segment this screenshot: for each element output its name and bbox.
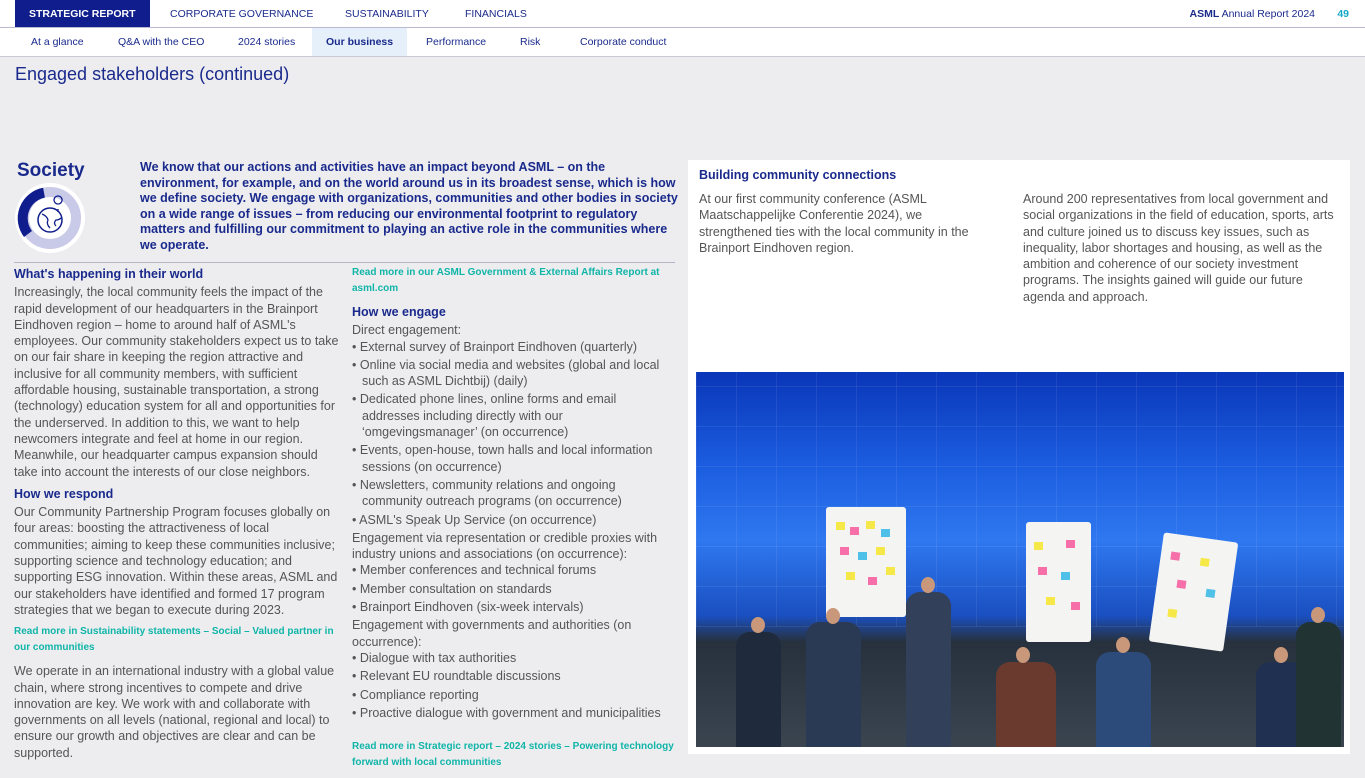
list-item: Proactive dialogue with government and m… <box>352 705 677 721</box>
flipchart <box>1148 532 1239 652</box>
subnav-risk[interactable]: Risk <box>520 28 540 56</box>
list-item: ASML's Speak Up Service (on occurrence) <box>352 512 677 528</box>
tab-financials[interactable]: FINANCIALS <box>465 0 527 27</box>
brand-name: ASML <box>1189 8 1220 20</box>
flipchart <box>1026 522 1091 642</box>
panel-text-1: At our first community conference (ASML … <box>699 192 969 255</box>
tab-strategic-report[interactable]: STRATEGIC REPORT <box>15 0 150 27</box>
panel-text-2: Around 200 representatives from local go… <box>1023 192 1334 304</box>
list-item: Compliance reporting <box>352 687 677 703</box>
subnav-performance[interactable]: Performance <box>426 28 486 56</box>
direct-engagement-list: External survey of Brainport Eindhoven (… <box>352 339 677 528</box>
list-item: Dedicated phone lines, online forms and … <box>352 391 677 440</box>
report-brand: ASML Annual Report 2024 <box>1190 0 1316 28</box>
flipchart <box>826 507 906 617</box>
subnav-at-a-glance[interactable]: At a glance <box>31 28 84 56</box>
tab-sustainability[interactable]: SUSTAINABILITY <box>345 0 429 27</box>
list-item: Relevant EU roundtable discussions <box>352 668 677 684</box>
panel-heading: Building community connections <box>699 168 897 182</box>
divider <box>14 262 675 263</box>
middle-column: Read more in our ASML Government & Exter… <box>352 265 677 778</box>
subnav-our-business[interactable]: Our business <box>312 28 408 56</box>
report-title: Annual Report 2024 <box>1221 8 1315 20</box>
government-report-link[interactable]: Read more in our ASML Government & Exter… <box>352 265 677 296</box>
government-label: Engagement with governments and authorit… <box>352 618 632 649</box>
left-column: What's happening in their world Increasi… <box>14 266 342 767</box>
list-item: External survey of Brainport Eindhoven (… <box>352 339 677 355</box>
subnav-qa-ceo[interactable]: Q&A with the CEO <box>118 28 204 56</box>
subnav-2024-stories[interactable]: 2024 stories <box>238 28 295 56</box>
whats-happening-heading: What's happening in their world <box>14 267 204 281</box>
representation-list: Member conferences and technical forums … <box>352 562 677 615</box>
top-navigation: STRATEGIC REPORT CORPORATE GOVERNANCE SU… <box>0 0 1365 28</box>
how-we-respond-heading: How we respond <box>14 486 114 501</box>
society-heading: Society <box>17 160 85 181</box>
subnav-corporate-conduct[interactable]: Corporate conduct <box>580 28 666 56</box>
sustainability-link[interactable]: Read more in Sustainability statements –… <box>14 624 342 655</box>
section-navigation: At a glance Q&A with the CEO 2024 storie… <box>0 28 1365 57</box>
list-item: Brainport Eindhoven (six-week intervals) <box>352 599 677 615</box>
representation-label: Engagement via representation or credibl… <box>352 530 658 562</box>
list-item: Events, open-house, town halls and local… <box>352 442 677 475</box>
direct-engagement-label: Direct engagement: <box>352 323 462 338</box>
list-item: Newsletters, community relations and ong… <box>352 477 677 510</box>
how-we-respond-text: Our Community Partnership Program focuse… <box>14 505 338 617</box>
society-intro: We know that our actions and activities … <box>140 160 678 252</box>
whats-happening-text: Increasingly, the local community feels … <box>14 285 339 479</box>
stories-link[interactable]: Read more in Strategic report – 2024 sto… <box>352 739 677 770</box>
how-we-engage-heading: How we engage <box>352 305 446 319</box>
list-item: Member conferences and technical forums <box>352 562 677 578</box>
list-item: Dialogue with tax authorities <box>352 650 677 666</box>
page-number: 49 <box>1337 8 1349 20</box>
list-item: Member consultation on standards <box>352 581 677 597</box>
globe-icon <box>15 183 85 253</box>
community-conference-photo <box>696 372 1344 747</box>
government-list: Dialogue with tax authorities Relevant E… <box>352 650 677 721</box>
page-title: Engaged stakeholders (continued) <box>15 64 290 84</box>
community-connections-panel: Building community connections At our fi… <box>688 160 1350 754</box>
industry-text: We operate in an international industry … <box>14 664 335 760</box>
list-item: Online via social media and websites (gl… <box>352 357 677 390</box>
tab-corporate-governance[interactable]: CORPORATE GOVERNANCE <box>170 0 313 27</box>
